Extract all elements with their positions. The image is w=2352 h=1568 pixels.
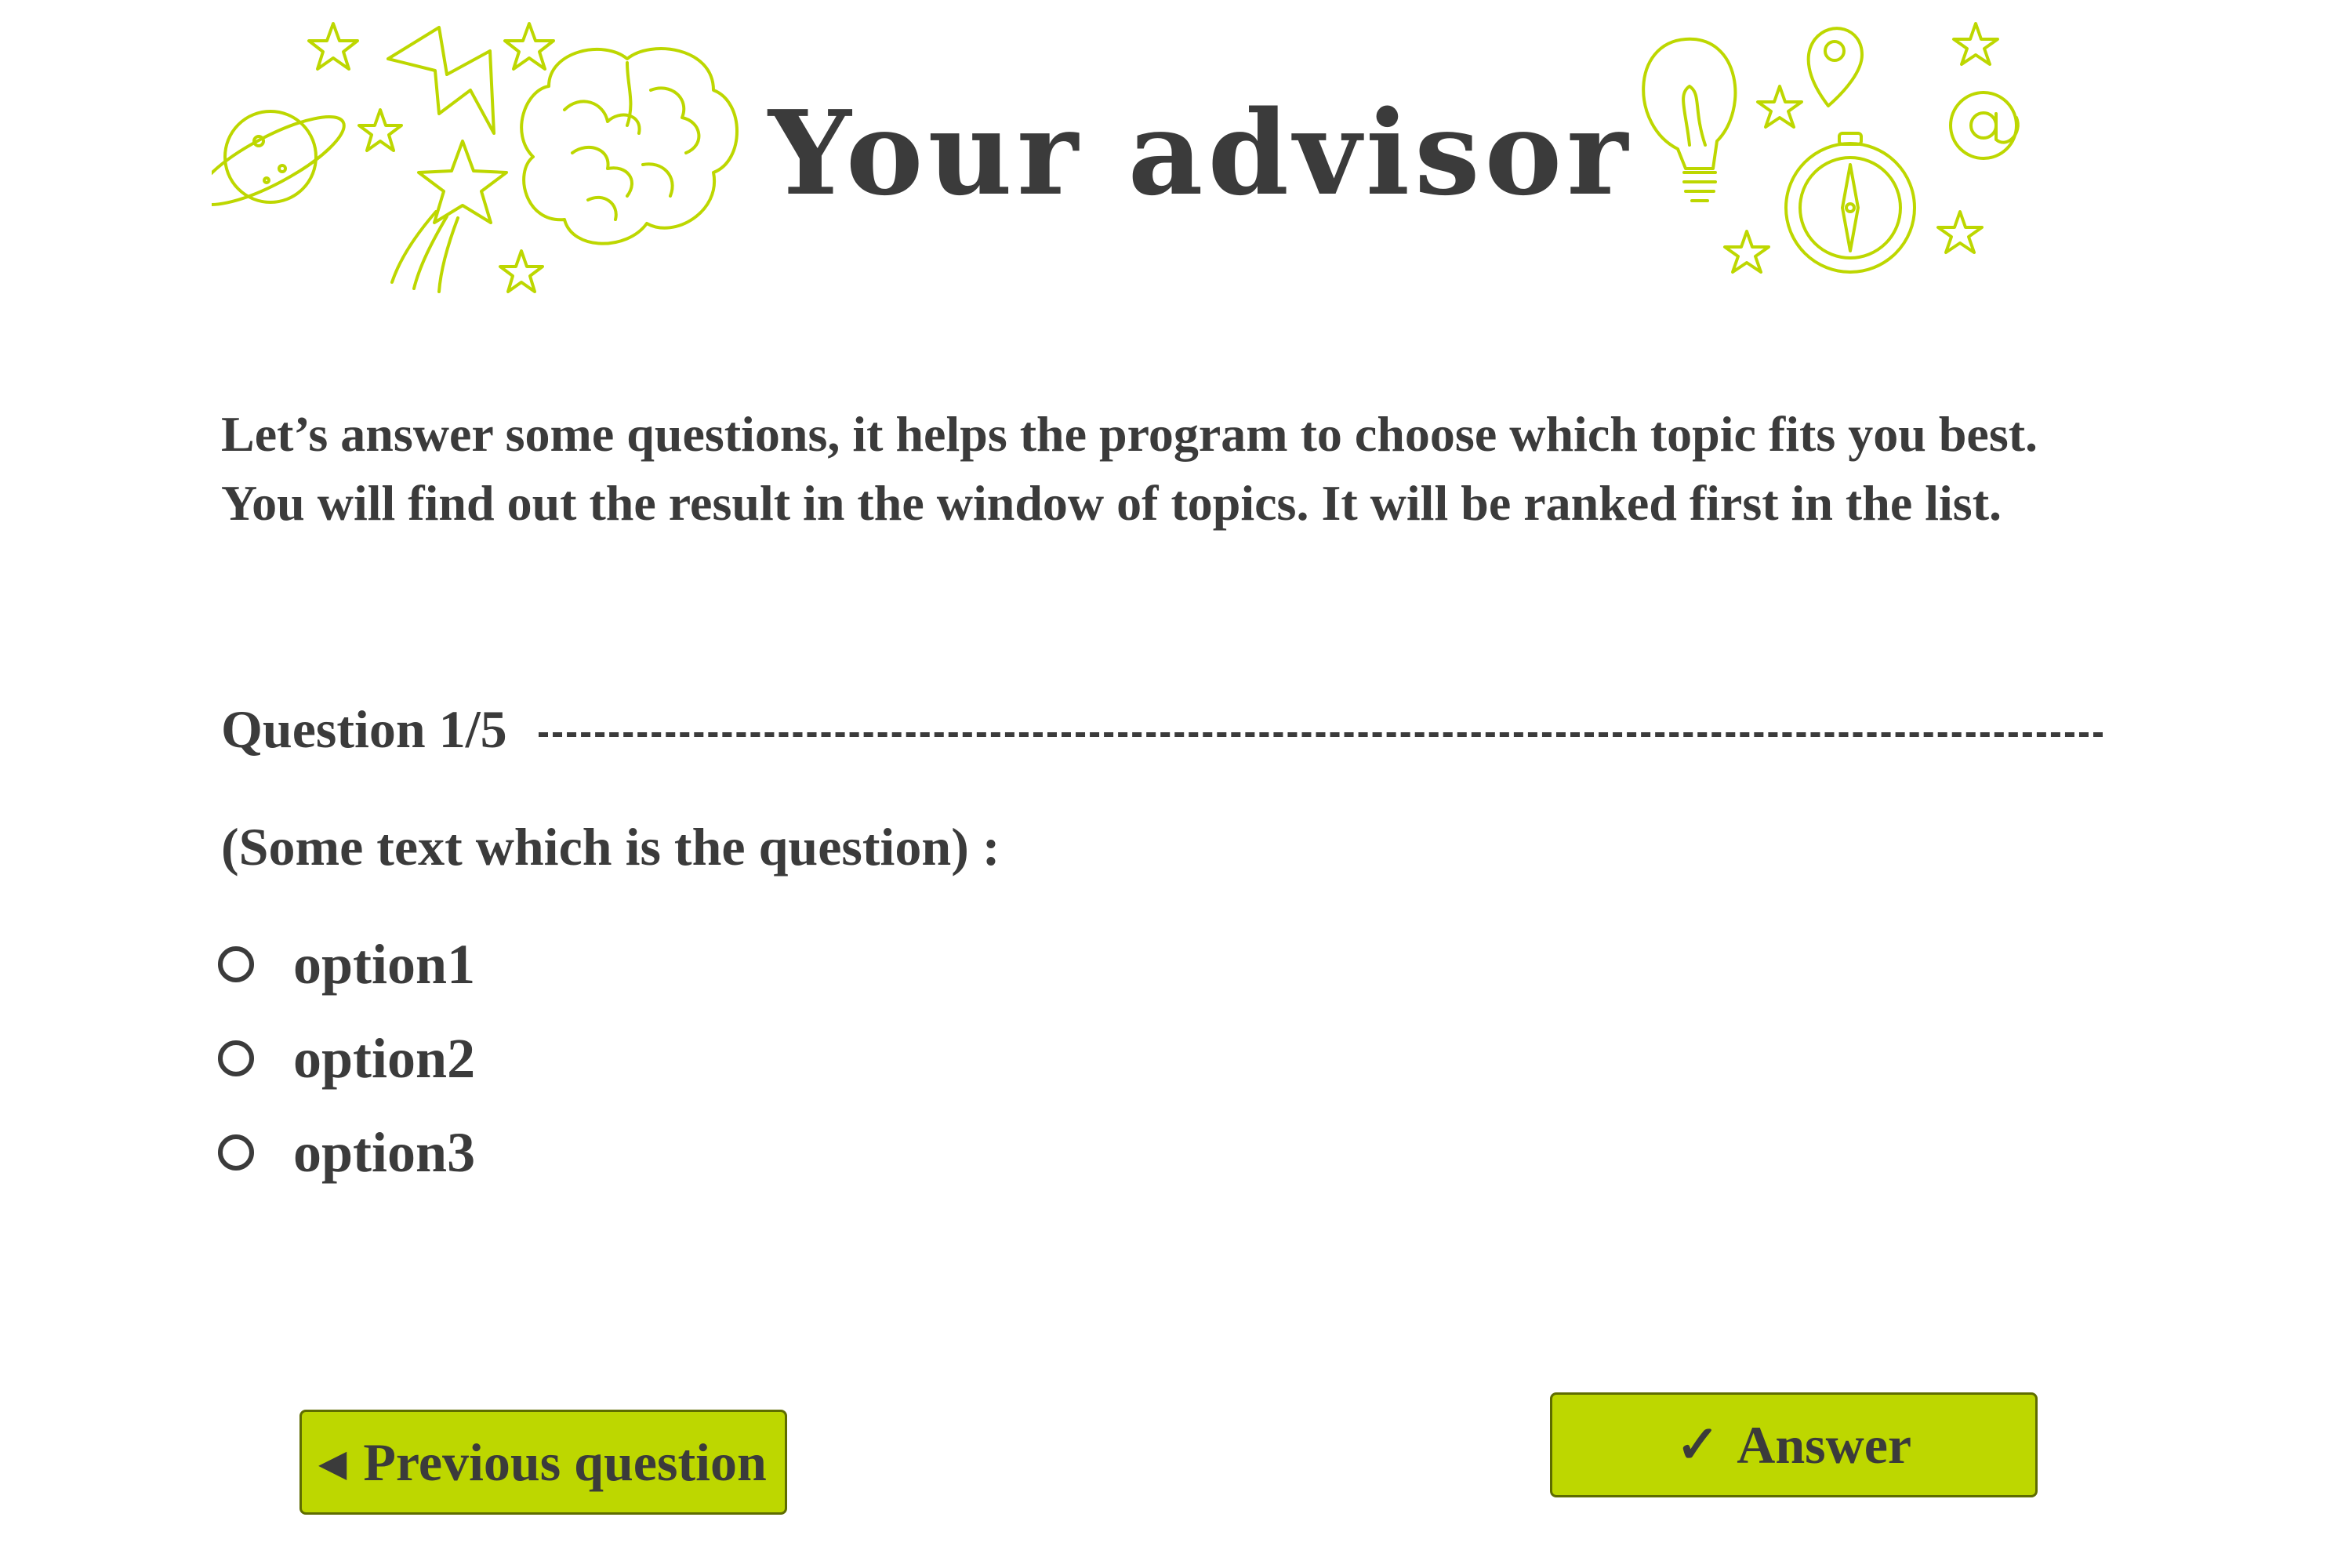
decoration-right — [1615, 16, 2054, 298]
star-icon — [1723, 230, 1770, 274]
header-banner: Your advisor — [0, 0, 2352, 314]
dashed-divider — [538, 732, 2103, 737]
previous-question-label: Previous question — [363, 1432, 767, 1492]
star-icon — [1936, 210, 1984, 254]
question-header: Question 1/5 — [221, 690, 2103, 768]
star-icon — [499, 249, 544, 293]
app-title: Your advisor — [768, 85, 1633, 221]
star-icon — [307, 22, 359, 71]
option-label: option2 — [293, 1026, 476, 1090]
question-counter: Question 1/5 — [221, 699, 507, 759]
intro-line-2: You will find out the result in the wind… — [221, 475, 2002, 531]
option-item-3[interactable]: option3 — [218, 1105, 1159, 1200]
compass-icon — [1784, 132, 1916, 274]
option-label: option1 — [293, 932, 476, 996]
option-item-2[interactable]: option2 — [218, 1011, 1159, 1105]
previous-question-button[interactable]: ◂ Previous question — [299, 1410, 787, 1515]
radio-button[interactable] — [218, 946, 254, 982]
intro-line-1: Let’s answer some questions, it helps th… — [221, 406, 2038, 462]
brain-icon — [520, 47, 739, 245]
options-group: option1 option2 option3 — [218, 917, 1159, 1200]
lightning-icon — [387, 26, 495, 135]
planet-icon — [212, 110, 346, 206]
answer-button[interactable]: ✓ Answer — [1550, 1392, 2038, 1497]
intro-text: Let’s answer some questions, it helps th… — [221, 400, 2165, 538]
star-icon — [1756, 85, 1803, 129]
star-icon — [1952, 22, 1999, 66]
radio-button[interactable] — [218, 1040, 254, 1076]
star-icon — [503, 22, 555, 71]
option-label: option3 — [293, 1120, 476, 1184]
question-text: (Some text which is the question) : — [221, 817, 1000, 877]
decoration-left — [212, 16, 745, 298]
map-pin-icon — [1806, 27, 1864, 107]
answer-label: Answer — [1737, 1414, 1912, 1475]
radio-button[interactable] — [218, 1134, 254, 1171]
arrow-left-icon: ◂ — [320, 1434, 347, 1491]
shooting-star-icon — [390, 140, 508, 293]
star-icon — [358, 108, 403, 152]
option-item-1[interactable]: option1 — [218, 917, 1159, 1011]
lightbulb-icon — [1642, 37, 1737, 202]
at-sign-icon — [1949, 91, 2020, 160]
checkmark-icon: ✓ — [1675, 1417, 1720, 1474]
